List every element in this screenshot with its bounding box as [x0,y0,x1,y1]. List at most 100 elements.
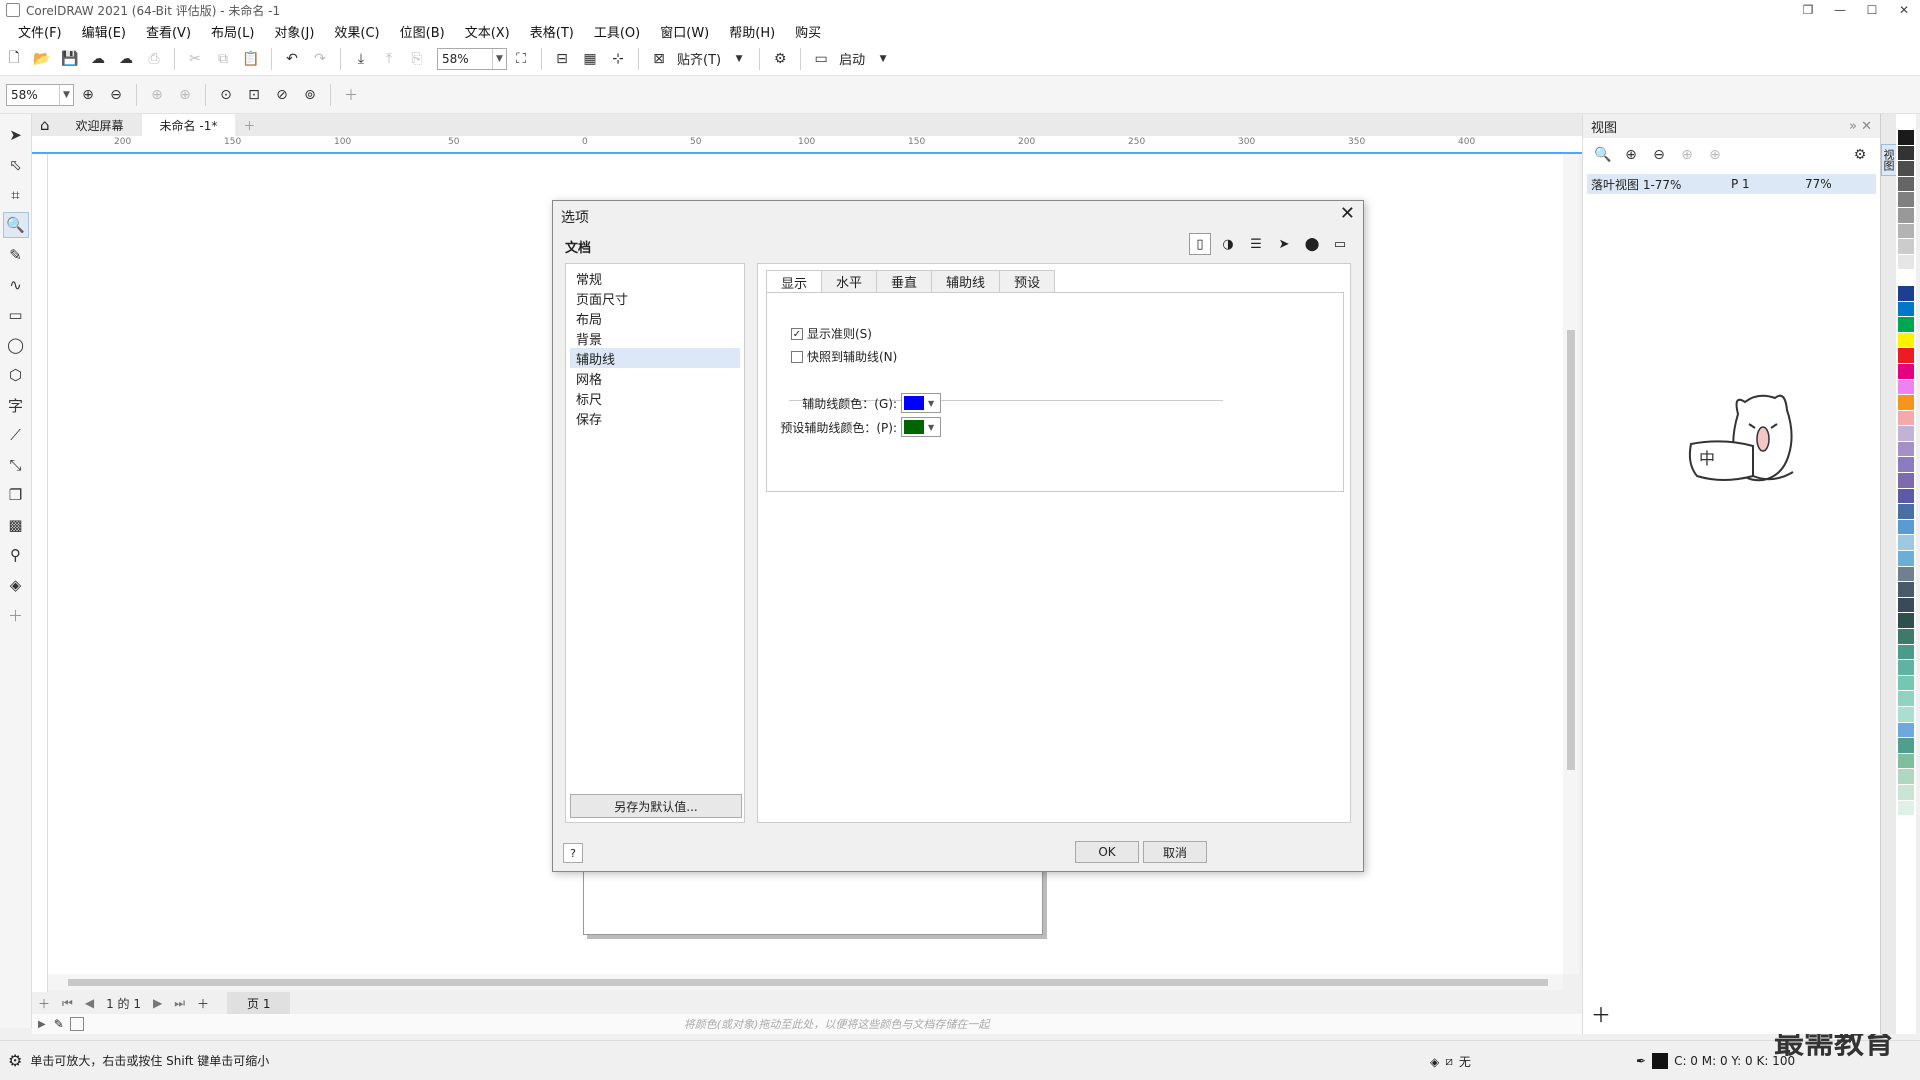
palette-expand-icon[interactable]: ▶ [38,1019,46,1030]
cut-icon[interactable]: ✂ [183,47,207,71]
menu-view[interactable]: 查看(V) [136,22,201,41]
add-view-icon[interactable]: ＋ [1591,999,1611,1028]
show-guidelines-checkbox[interactable]: ✓ 显示准则(S) [791,325,872,342]
connector-tool-icon[interactable]: ⤡ [3,452,29,478]
add-page-end-icon[interactable]: ＋ [191,995,215,1012]
menu-layout[interactable]: 布局(L) [201,22,264,41]
prev-page-icon[interactable]: ◀ [79,996,100,1010]
no-color-swatch[interactable] [69,1017,84,1031]
customization-icon[interactable]: ☰ [1245,233,1267,255]
text-tool-icon[interactable]: 字 [3,392,29,418]
zoom-tool-icon[interactable]: 🔍 [2,212,29,238]
menu-buy[interactable]: 购买 [785,22,831,41]
palette-swatch[interactable] [1898,457,1914,474]
new-document-icon[interactable]: 🗋 [2,47,26,71]
palette-swatch[interactable] [1898,675,1914,692]
palette-swatch[interactable] [1898,285,1914,302]
palette-swatch[interactable] [1898,753,1914,770]
full-screen-icon[interactable]: ⛶ [509,47,533,71]
redo-icon[interactable]: ↷ [308,47,332,71]
palette-swatch[interactable] [1898,597,1914,614]
palette-swatch[interactable] [1898,519,1914,536]
add-icon[interactable]: ＋ [339,83,363,107]
polygon-tool-icon[interactable]: ⬡ [3,362,29,388]
palette-swatch[interactable] [1898,426,1914,442]
scroll-thumb[interactable] [68,979,1548,986]
palette-swatch[interactable] [1898,535,1914,552]
palette-swatch[interactable] [1898,504,1914,520]
tree-item-rulers[interactable]: 标尺 [570,388,740,408]
parallel-dimension-icon[interactable]: ⟋ [3,422,29,448]
palette-swatch[interactable] [1898,192,1914,208]
zoom-levels-combo[interactable]: 58% ▼ [6,83,74,106]
zoom-in-icon[interactable]: ⊕ [1619,143,1643,167]
add-tool-icon[interactable]: ＋ [3,602,29,628]
zoom-selected-icon[interactable]: ⊕ [145,83,169,107]
snap-to-guidelines-checkbox[interactable]: 快照到辅助线(N) [791,348,897,365]
freehand-tool-icon[interactable]: ✎ [3,242,29,268]
palette-swatch[interactable] [1898,629,1914,645]
zoom-level-combo[interactable]: 58% ▼ [437,47,507,70]
palette-swatch[interactable] [1898,644,1914,661]
palette-swatch[interactable] [1898,441,1914,458]
palette-swatch[interactable] [1898,691,1914,707]
zoom-in-icon[interactable]: ⊕ [76,83,100,107]
palette-swatch[interactable] [1898,145,1914,162]
eyedropper-icon[interactable]: ✎ [54,1017,64,1031]
zoom-out-icon[interactable]: ⊖ [104,83,128,107]
tree-item-page-size[interactable]: 页面尺寸 [570,288,740,308]
palette-swatch[interactable] [1898,270,1914,286]
palette-swatch[interactable] [1898,223,1914,240]
undo-icon[interactable]: ↶ [280,47,304,71]
pdf-icon[interactable]: ⎘ [405,47,429,71]
launch-icon[interactable]: ▭ [809,47,833,71]
palette-swatch[interactable] [1898,660,1914,676]
menu-text[interactable]: 文本(X) [455,22,520,41]
zoom-all-icon[interactable]: ⊕ [173,83,197,107]
grid-icon[interactable]: ▦ [578,47,602,71]
location-icon[interactable]: ⬤ [1301,233,1323,255]
horizontal-ruler[interactable]: 200 150 100 50 0 50 100 150 200 250 300 … [32,136,1582,154]
gear-icon[interactable]: ⚙ [768,47,792,71]
tab-view-docker[interactable]: 视图 [1881,144,1897,176]
menu-object[interactable]: 对象(J) [264,22,324,41]
tab-guidelines[interactable]: 辅助线 [931,270,1001,292]
tab-horizontal[interactable]: 水平 [821,270,878,292]
transparency-icon[interactable]: ▩ [3,512,29,538]
cloud-upload-icon[interactable]: ☁ [114,47,138,71]
palette-swatch[interactable] [1898,317,1914,333]
last-page-icon[interactable]: ⏭ [168,996,191,1011]
zoom-page-width-icon[interactable]: ⊡ [242,83,266,107]
tab-vertical[interactable]: 垂直 [876,270,933,292]
tab-display[interactable]: 显示 [766,270,823,293]
palette-swatch[interactable] [1898,363,1914,380]
palette-swatch[interactable] [1898,582,1914,598]
zoom-all-icon[interactable]: ⊕ [1703,143,1727,167]
pointer-icon[interactable]: ➤ [1273,233,1295,255]
minimize-button[interactable]: — [1824,0,1856,20]
palette-swatch[interactable] [1898,332,1914,349]
first-page-icon[interactable]: ⏮ [56,996,79,1011]
menu-file[interactable]: 文件(F) [8,22,72,41]
menu-edit[interactable]: 编辑(E) [72,22,136,41]
palette-swatch[interactable] [1898,551,1914,567]
save-as-default-button[interactable]: 另存为默认值... [570,794,742,818]
palette-swatch[interactable] [1898,348,1914,364]
palette-swatch[interactable] [1898,566,1914,583]
launch-dropdown[interactable]: 启动 [839,49,865,68]
maximize-button[interactable]: ☐ [1856,0,1888,20]
zoom-page-icon[interactable]: ⊙ [214,83,238,107]
pick-tool-icon[interactable]: ➤ [3,122,29,148]
docker-close-icon[interactable]: » ✕ [1849,119,1872,134]
restore-icon[interactable]: ❐ [1792,0,1824,20]
interactive-fill-icon[interactable]: ◈ [3,572,29,598]
palette-swatch[interactable] [1898,395,1914,411]
fill-indicator[interactable]: ◈ ⧄ 无 [1430,1053,1471,1070]
preset-guideline-color-picker[interactable]: ▼ [901,417,941,437]
tree-item-background[interactable]: 背景 [570,328,740,348]
crop-tool-icon[interactable]: ⌗ [3,182,29,208]
cancel-button[interactable]: 取消 [1143,841,1207,863]
chevron-down-icon[interactable]: ▼ [727,47,751,71]
save-icon[interactable]: 💾 [58,47,82,71]
add-page-icon[interactable]: ＋ [32,995,56,1012]
